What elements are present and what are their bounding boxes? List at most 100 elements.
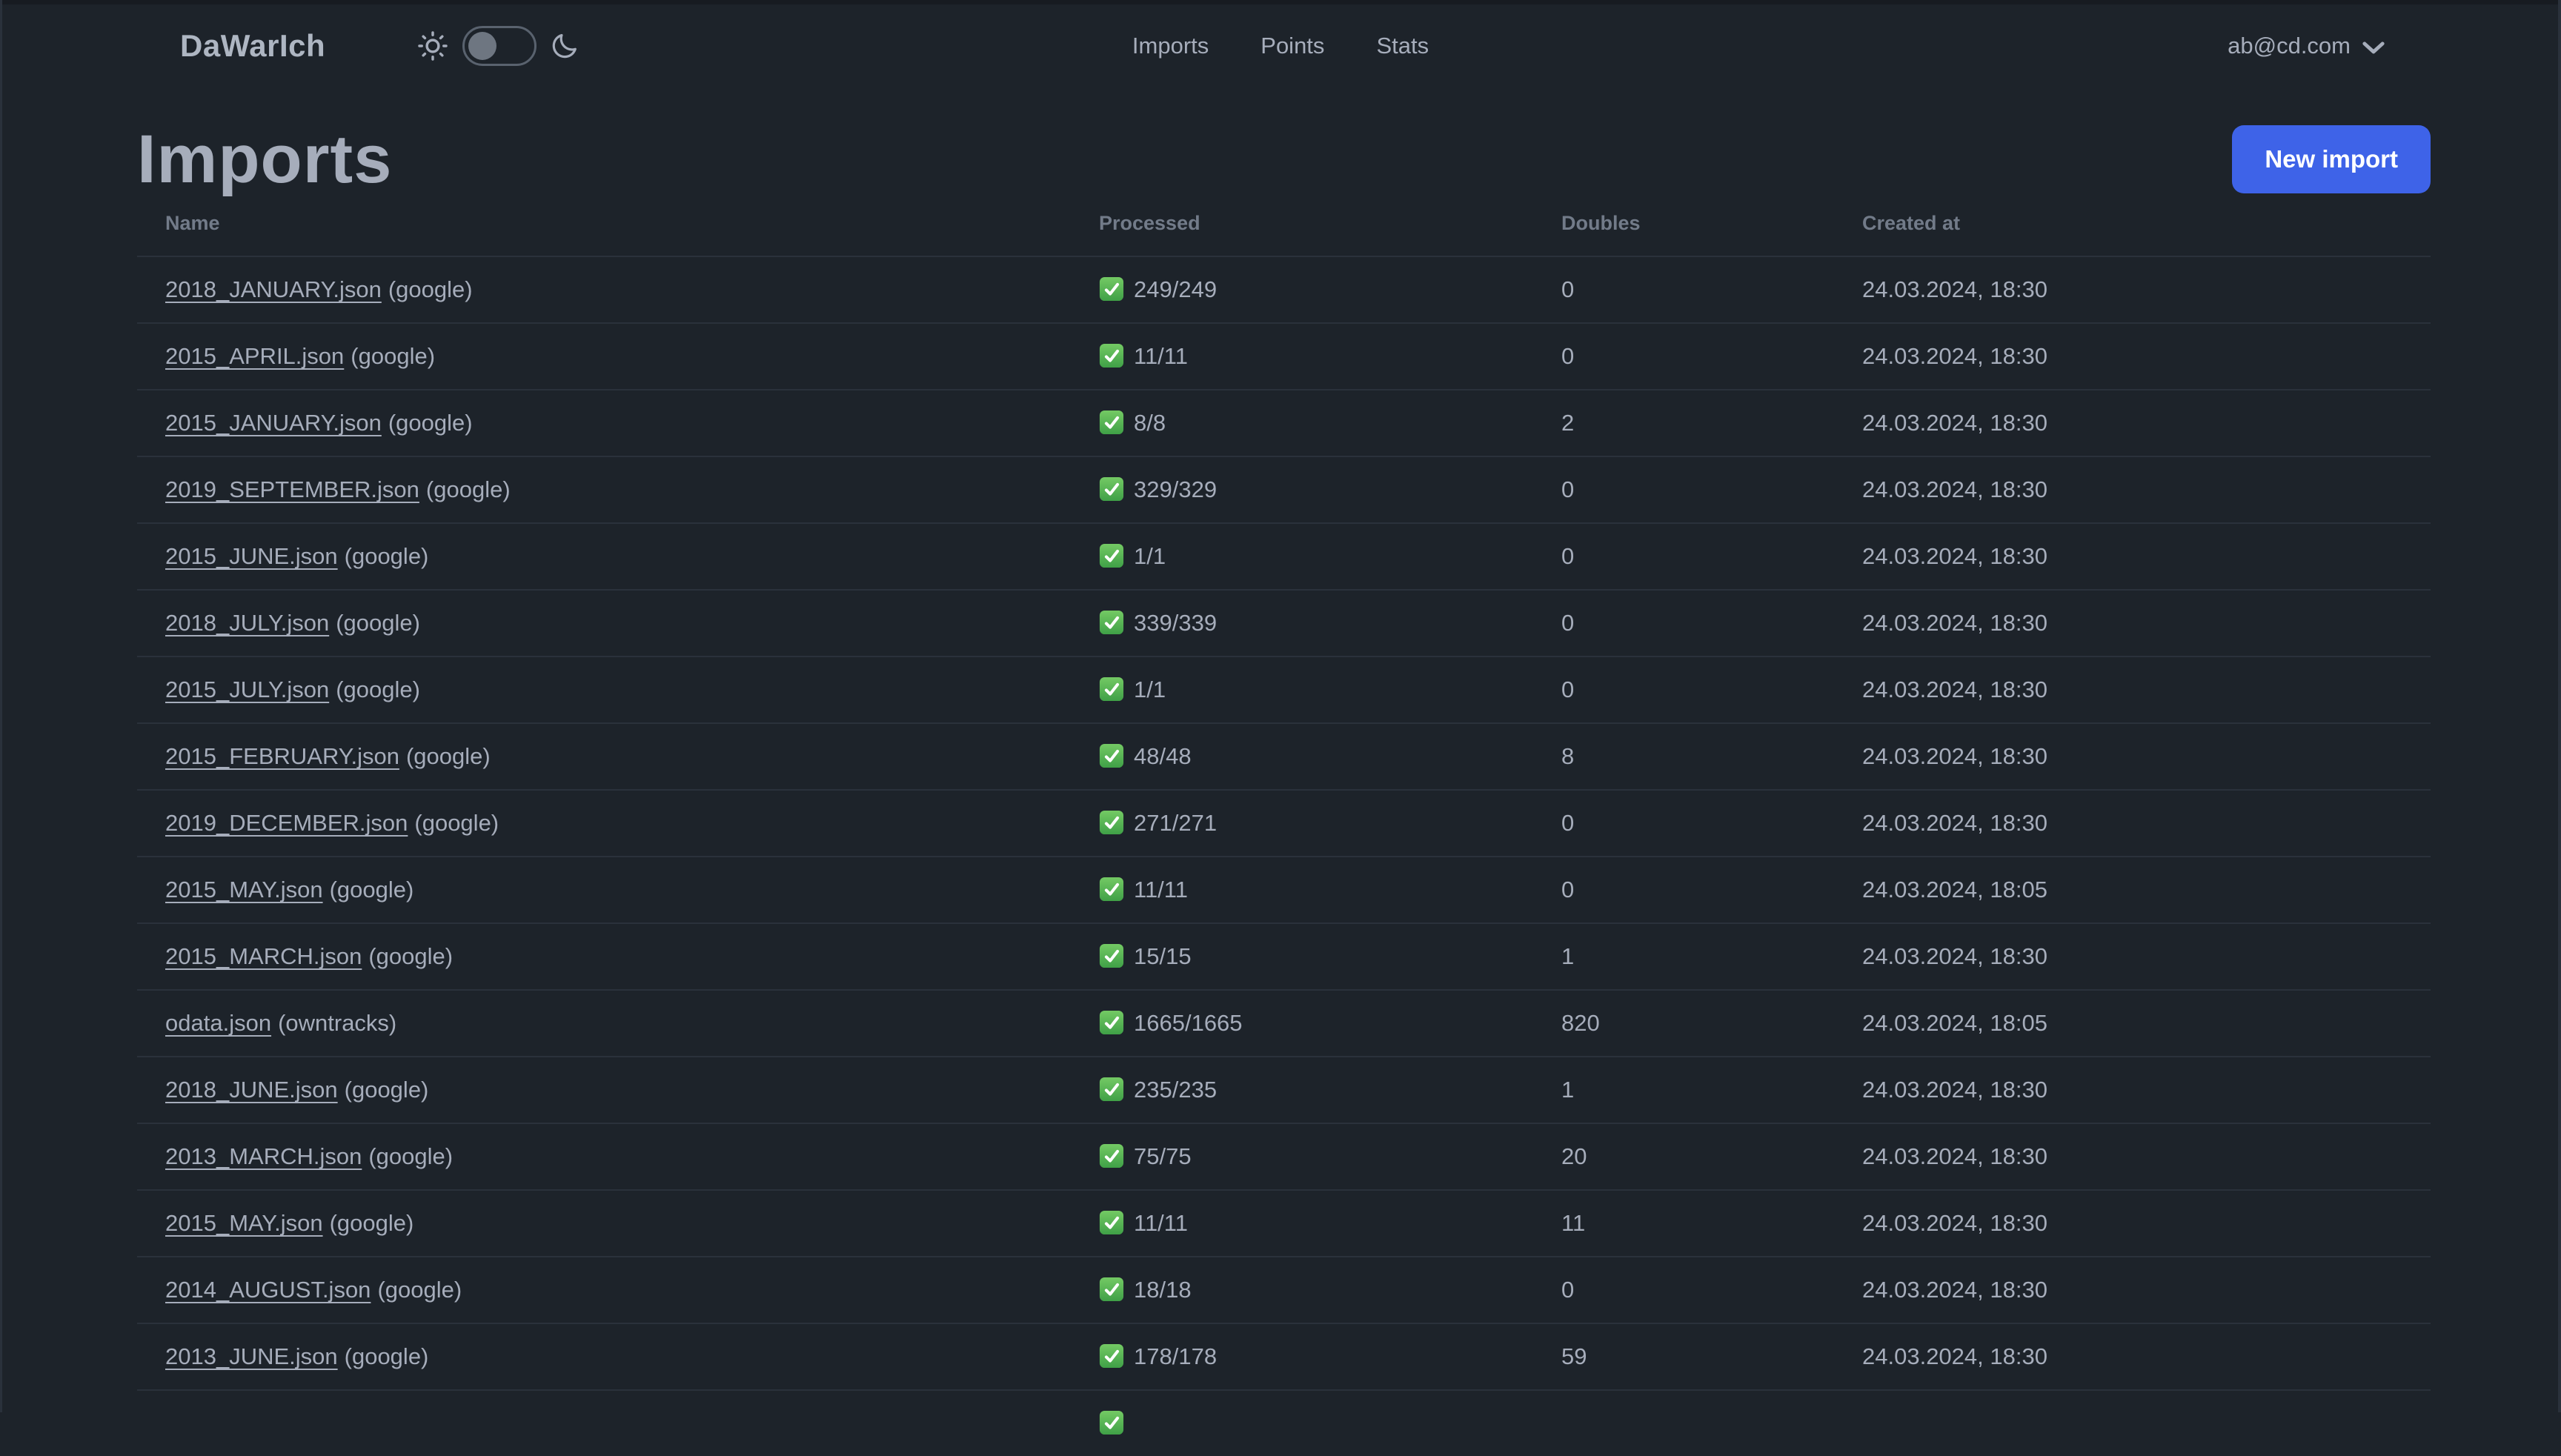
import-file-link[interactable]: 2015_MAY.json <box>165 877 323 902</box>
nav-link-points[interactable]: Points <box>1260 33 1324 59</box>
processed-cell: 11/11 <box>1071 1190 1533 1257</box>
import-file-link[interactable]: 2018_JUNE.json <box>165 1077 338 1103</box>
name-cell <box>137 1390 1071 1456</box>
import-file-link[interactable]: 2015_MARCH.json <box>165 943 362 969</box>
processed-count: 18/18 <box>1134 1277 1192 1303</box>
name-cell: 2015_APRIL.json(google) <box>137 323 1071 390</box>
check-icon <box>1099 1343 1124 1369</box>
name-cell: 2015_MAY.json(google) <box>137 1190 1071 1257</box>
processed-count: 75/75 <box>1134 1143 1192 1169</box>
doubles-count: 1 <box>1533 1057 1834 1123</box>
table-row: 2015_MAY.json(google) 11/11 0 24.03.2024… <box>137 857 2431 923</box>
check-icon <box>1099 743 1124 768</box>
column-header-doubles: Doubles <box>1533 196 1834 256</box>
table-row <box>137 1390 2431 1456</box>
import-file-link[interactable]: 2015_FEBRUARY.json <box>165 743 399 769</box>
created-at: 24.03.2024, 18:30 <box>1834 256 2431 323</box>
doubles-count: 8 <box>1533 723 1834 790</box>
main-content: Imports New import Name Processed Double… <box>0 122 2561 1456</box>
new-import-button[interactable]: New import <box>2232 125 2431 193</box>
processed-cell: 75/75 <box>1071 1123 1533 1190</box>
created-at: 24.03.2024, 18:30 <box>1834 1190 2431 1257</box>
app-logo[interactable]: DaWarIch <box>180 28 325 64</box>
imports-table-head: Name Processed Doubles Created at <box>137 196 2431 256</box>
theme-toggle-switch[interactable] <box>462 26 537 66</box>
import-source: (google) <box>406 743 491 769</box>
import-source: (google) <box>388 410 473 436</box>
processed-cell: 178/178 <box>1071 1323 1533 1390</box>
doubles-count: 1 <box>1533 923 1834 990</box>
imports-table: Name Processed Doubles Created at 2018_J… <box>137 196 2431 1456</box>
name-cell: 2015_MAY.json (google) <box>137 857 1071 923</box>
import-file-link[interactable]: 2018_JULY.json <box>165 610 329 636</box>
table-row: 2015_FEBRUARY.json(google) 48/48 8 24.03… <box>137 723 2431 790</box>
import-file-link[interactable]: 2013_JUNE.json <box>165 1343 338 1369</box>
created-at: 24.03.2024, 18:30 <box>1834 1323 2431 1390</box>
doubles-count: 0 <box>1533 857 1834 923</box>
processed-cell <box>1071 1390 1533 1456</box>
import-source: (google) <box>377 1277 462 1303</box>
check-icon <box>1099 343 1124 368</box>
import-file-link[interactable]: 2015_MAY.json <box>165 1210 323 1236</box>
processed-count: 8/8 <box>1134 410 1166 436</box>
import-file-link[interactable]: 2015_JULY.json <box>165 677 329 702</box>
doubles-count: 820 <box>1533 990 1834 1057</box>
processed-cell: 235/235 <box>1071 1057 1533 1123</box>
doubles-count: 0 <box>1533 790 1834 857</box>
processed-cell: 8/8 <box>1071 390 1533 456</box>
user-menu[interactable]: ab@cd.com <box>2228 33 2385 59</box>
check-icon <box>1099 1077 1124 1102</box>
processed-cell: 1/1 <box>1071 656 1533 723</box>
nav-link-stats[interactable]: Stats <box>1376 33 1429 59</box>
import-source: (google) <box>345 1077 429 1103</box>
import-file-link[interactable]: 2019_DECEMBER.json <box>165 810 408 836</box>
name-cell: 2015_JULY.json(google) <box>137 656 1071 723</box>
import-file-link[interactable]: 2019_SEPTEMBER.json <box>165 476 419 502</box>
check-icon <box>1099 1143 1124 1169</box>
table-row: 2015_MAY.json(google) 11/11 11 24.03.202… <box>137 1190 2431 1257</box>
doubles-count: 0 <box>1533 656 1834 723</box>
import-source: (google) <box>368 943 453 969</box>
name-cell: 2019_DECEMBER.json(google) <box>137 790 1071 857</box>
name-cell: 2013_MARCH.json(google) <box>137 1123 1071 1190</box>
nav-link-imports[interactable]: Imports <box>1132 33 1209 59</box>
name-cell: 2019_SEPTEMBER.json(google) <box>137 456 1071 523</box>
doubles-count: 20 <box>1533 1123 1834 1190</box>
import-file-link[interactable]: odata.json <box>165 1010 271 1036</box>
created-at: 24.03.2024, 18:30 <box>1834 523 2431 590</box>
table-row: 2015_JUNE.json(google) 1/1 0 24.03.2024,… <box>137 523 2431 590</box>
import-file-link[interactable]: 2018_JANUARY.json <box>165 276 382 302</box>
import-source: (google) <box>368 1143 453 1169</box>
processed-cell: 1/1 <box>1071 523 1533 590</box>
processed-cell: 11/11 <box>1071 857 1533 923</box>
import-source: (google) <box>336 610 420 636</box>
created-at: 24.03.2024, 18:30 <box>1834 790 2431 857</box>
import-source: (google) <box>330 877 414 902</box>
import-source: (google) <box>414 810 499 836</box>
processed-count: 178/178 <box>1134 1343 1217 1369</box>
import-file-link[interactable]: 2014_AUGUST.json <box>165 1277 371 1303</box>
processed-count: 11/11 <box>1134 1210 1188 1236</box>
created-at: 24.03.2024, 18:30 <box>1834 1057 2431 1123</box>
import-file-link[interactable]: 2015_APRIL.json <box>165 343 344 369</box>
table-row: 2015_JULY.json(google) 1/1 0 24.03.2024,… <box>137 656 2431 723</box>
table-row: 2014_AUGUST.json(google) 18/18 0 24.03.2… <box>137 1257 2431 1323</box>
created-at: 24.03.2024, 18:30 <box>1834 1123 2431 1190</box>
check-icon <box>1099 276 1124 302</box>
created-at: 24.03.2024, 18:30 <box>1834 390 2431 456</box>
doubles-count: 2 <box>1533 390 1834 456</box>
import-file-link[interactable]: 2015_JANUARY.json <box>165 410 382 436</box>
import-file-link[interactable]: 2013_MARCH.json <box>165 1143 362 1169</box>
created-at: 24.03.2024, 18:30 <box>1834 590 2431 656</box>
table-row: 2015_MARCH.json(google) 15/15 1 24.03.20… <box>137 923 2431 990</box>
check-icon <box>1099 943 1124 968</box>
table-row: 2015_JANUARY.json(google) 8/8 2 24.03.20… <box>137 390 2431 456</box>
table-row: 2015_APRIL.json(google) 11/11 0 24.03.20… <box>137 323 2431 390</box>
import-file-link[interactable]: 2015_JUNE.json <box>165 543 338 569</box>
processed-count: 329/329 <box>1134 476 1217 502</box>
user-email: ab@cd.com <box>2228 33 2351 59</box>
processed-count: 11/11 <box>1134 343 1188 369</box>
processed-cell: 15/15 <box>1071 923 1533 990</box>
created-at: 24.03.2024, 18:30 <box>1834 923 2431 990</box>
check-icon <box>1099 810 1124 835</box>
